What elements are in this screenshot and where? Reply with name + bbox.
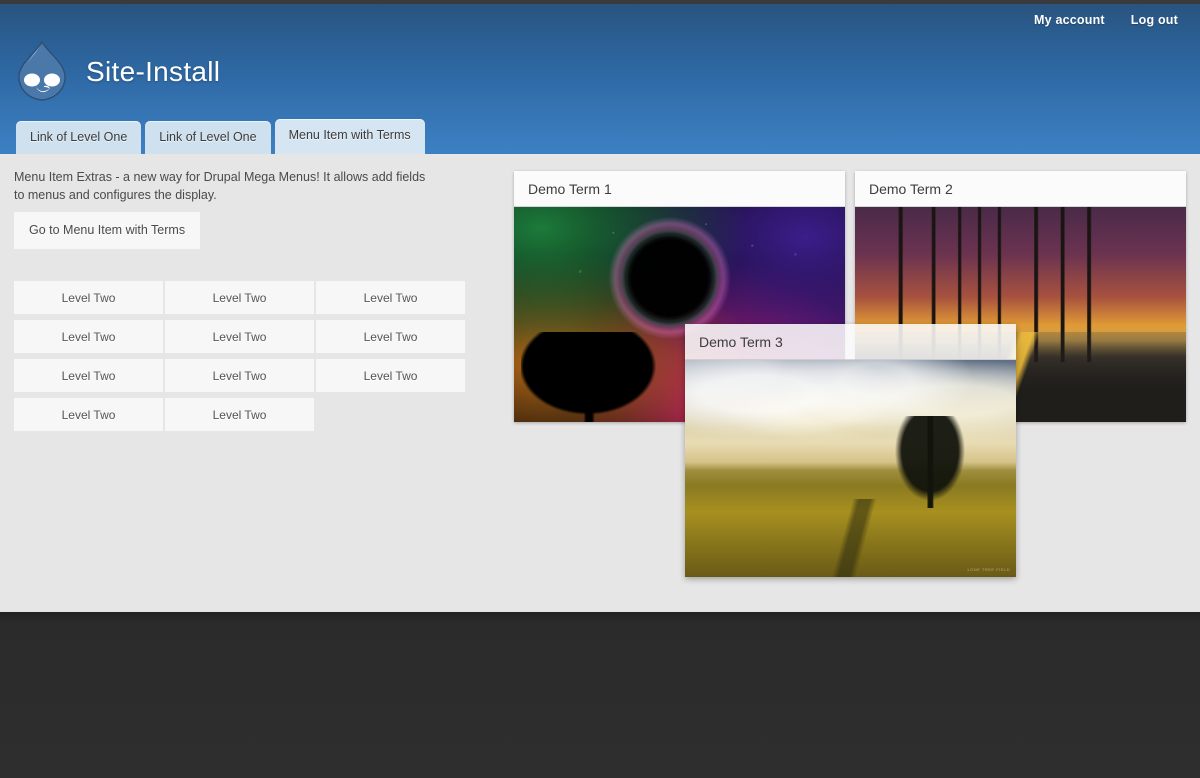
level-two-item[interactable]: Level Two: [316, 320, 465, 353]
image-watermark: LONE TREE FIELD: [967, 567, 1010, 572]
intro-text: Menu Item Extras - a new way for Drupal …: [14, 170, 426, 202]
page-root: My account Log out Site-Install Link of …: [0, 0, 1200, 778]
go-to-menu-item-with-terms-button[interactable]: Go to Menu Item with Terms: [14, 212, 201, 249]
site-header: My account Log out Site-Install Link of …: [0, 4, 1200, 154]
primary-tabs: Link of Level One Link of Level One Menu…: [16, 119, 425, 154]
term-card-title: Demo Term 3: [685, 324, 1016, 360]
tab-link-of-level-one-2[interactable]: Link of Level One: [145, 121, 271, 154]
level-two-item[interactable]: Level Two: [14, 320, 163, 353]
term-card-title: Demo Term 1: [514, 171, 845, 207]
log-out-link[interactable]: Log out: [1131, 13, 1178, 27]
drupal-droplet-icon: [18, 40, 66, 101]
level-two-grid: Level Two Level Two Level Two Level Two …: [14, 281, 469, 431]
left-column: Menu Item Extras - a new way for Drupal …: [14, 168, 474, 431]
level-two-item[interactable]: Level Two: [14, 281, 163, 314]
level-two-item[interactable]: Level Two: [165, 320, 314, 353]
level-two-item[interactable]: Level Two: [165, 281, 314, 314]
level-two-item[interactable]: Level Two: [165, 398, 314, 431]
site-footer: [0, 612, 1200, 778]
account-links: My account Log out: [1034, 13, 1178, 27]
field-path-decoration: [784, 498, 924, 577]
main-content: Menu Item Extras - a new way for Drupal …: [0, 154, 1200, 612]
level-two-item[interactable]: Level Two: [316, 359, 465, 392]
site-branding[interactable]: Site-Install: [14, 40, 220, 104]
level-two-item[interactable]: Level Two: [14, 398, 163, 431]
term-card-demo-term-3[interactable]: Demo Term 3 LONE TREE FIELD: [685, 324, 1016, 577]
tab-link-of-level-one-1[interactable]: Link of Level One: [16, 121, 142, 154]
level-two-item[interactable]: Level Two: [316, 281, 465, 314]
site-name: Site-Install: [86, 56, 221, 87]
my-account-link[interactable]: My account: [1034, 13, 1105, 27]
level-two-item[interactable]: Level Two: [14, 359, 163, 392]
tab-menu-item-with-terms[interactable]: Menu Item with Terms: [274, 119, 425, 154]
level-two-item[interactable]: Level Two: [165, 359, 314, 392]
lone-tree-wheat-field-image: LONE TREE FIELD: [685, 360, 1016, 577]
term-card-title: Demo Term 2: [855, 171, 1186, 207]
